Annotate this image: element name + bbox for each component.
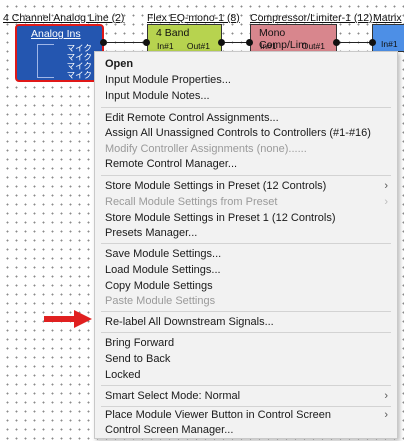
design-canvas[interactable]: 4 Channel Analog Line (2) Flex EQ-mono-1… <box>0 0 404 441</box>
menu-item-label: Locked <box>105 369 141 381</box>
menu-item-label: Recall Module Settings from Preset <box>105 196 278 208</box>
input-pin[interactable] <box>143 39 150 46</box>
output-pin[interactable] <box>333 39 340 46</box>
signal-wire <box>337 42 373 43</box>
menu-item-label: Send to Back <box>105 353 171 365</box>
matrix-module[interactable]: In#1 <box>372 24 404 52</box>
menu-separator <box>101 332 391 333</box>
menu-separator <box>101 385 391 386</box>
matrix-input-label: In#1 <box>381 39 398 49</box>
flex-eq-module[interactable]: 4 Band In#1 Out#1 <box>147 24 222 52</box>
channel-label: マイク <box>66 70 92 80</box>
comp-input-label: In#1 <box>260 41 277 51</box>
menu-item-label: Remote Control Manager... <box>105 158 238 170</box>
menu-item-label: Edit Remote Control Assignments... <box>105 112 279 124</box>
menu-separator <box>101 311 391 312</box>
menu-item-label: Modify Controller Assignments (none)....… <box>105 143 307 155</box>
eq-input-label: In#1 <box>157 41 174 51</box>
eq-head: 4 Band <box>156 27 190 39</box>
menu-item-label: Place Module Viewer Button in Control Sc… <box>105 409 332 421</box>
menu-item-label: Re-label All Downstream Signals... <box>105 316 274 328</box>
menu-item-relabel-downstream[interactable]: Re-label All Downstream Signals... <box>95 313 397 331</box>
menu-item-label: Store Module Settings in Preset 1 (12 Co… <box>105 212 336 224</box>
menu-item-label: Input Module Properties... <box>105 74 231 86</box>
menu-item-input-module-notes[interactable]: Input Module Notes... <box>95 87 397 105</box>
menu-item-label: Assign All Unassigned Controls to Contro… <box>105 127 371 139</box>
menu-item-label: Open <box>105 58 134 70</box>
menu-item-label: Load Module Settings... <box>105 264 221 276</box>
channel-bracket <box>37 44 54 78</box>
compressor-module[interactable]: Mono Comp/Lim In#1 Out#1 <box>250 24 337 52</box>
chevron-right-icon: › <box>384 390 388 402</box>
menu-item-label: Smart Select Mode: Normal <box>105 390 241 402</box>
comp-output-label: Out#1 <box>301 41 325 51</box>
red-arrow-icon <box>44 310 92 328</box>
menu-item-label: Paste Module Settings <box>105 295 216 307</box>
output-pin[interactable] <box>218 39 225 46</box>
menu-item-remote-control-manager[interactable]: Remote Control Manager... <box>95 155 397 173</box>
menu-item-label: Copy Module Settings <box>105 280 213 292</box>
compressor-head: Mono Comp/Lim <box>259 27 307 51</box>
input-pin[interactable] <box>369 39 376 46</box>
menu-item-label: Save Module Settings... <box>105 248 222 260</box>
analog-ins-module[interactable]: Analog Ins マイク マイク マイク マイク <box>15 24 104 82</box>
menu-item-presets-manager[interactable]: Presets Manager... <box>95 224 397 242</box>
analog-ins-head: Analog Ins <box>31 28 81 40</box>
menu-item-label: Input Module Notes... <box>105 90 210 102</box>
menu-item-smart-select-mode[interactable]: Smart Select Mode: Normal › <box>95 387 397 405</box>
menu-item-label: Bring Forward <box>105 337 175 349</box>
menu-separator <box>101 175 391 176</box>
menu-item-locked[interactable]: Locked <box>95 366 397 384</box>
menu-item-control-screen-manager[interactable]: Control Screen Manager... <box>95 421 397 439</box>
context-menu: Open Input Module Properties... Input Mo… <box>94 51 398 439</box>
input-pin[interactable] <box>246 39 253 46</box>
eq-output-label: Out#1 <box>186 41 210 51</box>
menu-separator <box>101 243 391 244</box>
menu-item-paste-settings[interactable]: Paste Module Settings <box>95 292 397 310</box>
menu-separator <box>101 107 391 108</box>
menu-item-label: Control Screen Manager... <box>105 424 234 436</box>
menu-item-label: Presets Manager... <box>105 227 198 239</box>
menu-item-label: Store Module Settings in Preset (12 Cont… <box>105 180 327 192</box>
